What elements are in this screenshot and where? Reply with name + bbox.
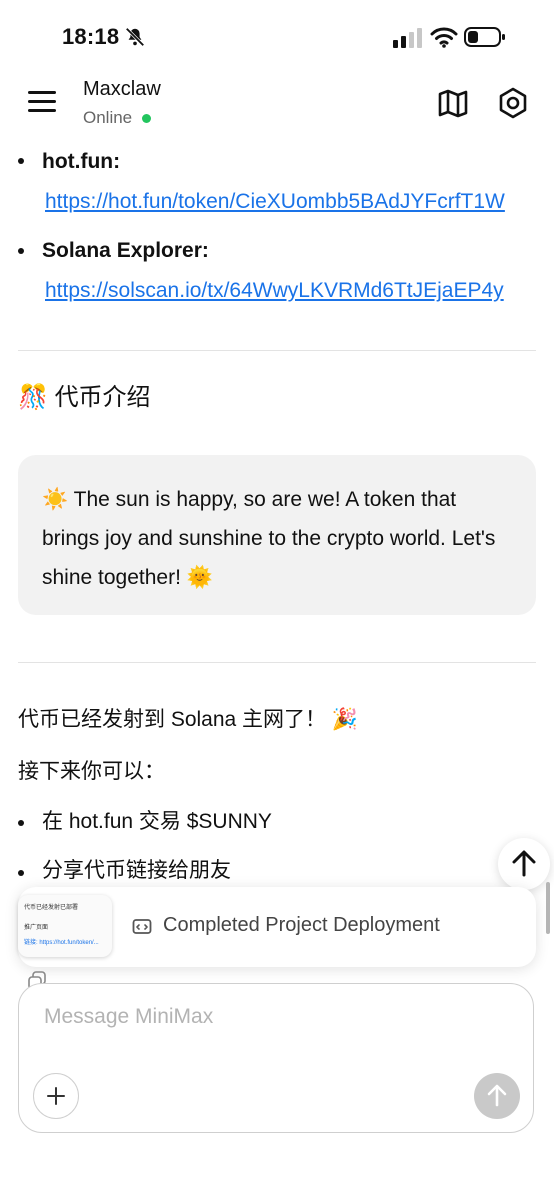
- scroll-to-top-button[interactable]: [498, 838, 550, 890]
- thumb-line: 链接: https://hot.fun/token/...: [24, 940, 99, 946]
- deployment-card-label: Completed Project Deployment: [163, 914, 440, 936]
- wifi-icon: [430, 27, 458, 48]
- section-title: 🎊 代币介绍: [18, 377, 151, 412]
- bullet-marker: [18, 870, 24, 876]
- agent-name: Maxclaw: [83, 78, 161, 100]
- party-popper-emoji: 🎉: [331, 708, 359, 731]
- sun-face-emoji: 🌞: [186, 566, 213, 589]
- arrow-up-icon: [487, 1084, 507, 1107]
- battery-icon: [464, 27, 505, 47]
- agent-status: Online: [83, 108, 133, 127]
- next-step-item: 在 hot.fun 交易 $SUNNY: [42, 810, 272, 833]
- menu-icon: [28, 91, 56, 94]
- token-description: ☀️ The sun is happy, so are we! A token …: [42, 480, 512, 597]
- section-divider: [18, 350, 536, 351]
- bullet-marker: [18, 248, 24, 254]
- link-label-hotfun: hot.fun:: [42, 150, 121, 173]
- scrollbar-thumb[interactable]: [546, 882, 550, 934]
- launch-announcement: 代币已经发射到 Solana 主网了！ 🎉: [18, 706, 358, 734]
- status-time: 18:18: [62, 24, 120, 49]
- menu-button[interactable]: [24, 86, 60, 118]
- cellular-signal-icon: [393, 28, 422, 48]
- online-indicator: [142, 114, 151, 123]
- code-window-icon: [132, 919, 152, 934]
- settings-gear-icon[interactable]: [496, 86, 530, 120]
- next-steps-intro: 接下来你可以：: [18, 760, 165, 783]
- sun-emoji: ☀️: [42, 488, 69, 511]
- bullet-marker: [18, 158, 24, 164]
- launch-announcement-text: 代币已经发射到 Solana 主网了！: [18, 708, 327, 731]
- deployment-thumbnail: 代币已经发射已部署 推广页面 链接: https://hot.fun/token…: [18, 895, 112, 957]
- book-icon[interactable]: [436, 86, 470, 120]
- thumb-line: 代币已经发射已部署: [24, 905, 79, 911]
- thumb-line: 推广页面: [24, 925, 49, 931]
- section-title-text: 代币介绍: [54, 384, 151, 411]
- next-step-item: 分享代币链接给朋友: [42, 859, 231, 882]
- plus-icon: [47, 1087, 65, 1105]
- arrow-up-icon: [512, 850, 536, 877]
- section-divider: [18, 662, 536, 663]
- silent-bell-icon: [125, 27, 145, 47]
- bullet-marker: [18, 820, 24, 826]
- message-input[interactable]: [44, 1000, 484, 1034]
- hotfun-token-link[interactable]: https://hot.fun/token/CieXUombb5BAdJYFcr…: [45, 190, 537, 214]
- confetti-emoji: 🎊: [18, 384, 48, 411]
- link-label-solana-explorer: Solana Explorer:: [42, 239, 209, 262]
- attach-button[interactable]: [33, 1073, 79, 1119]
- solscan-tx-link[interactable]: https://solscan.io/tx/64WwyLKVRMd6TtJEja…: [45, 279, 537, 303]
- send-button[interactable]: [474, 1073, 520, 1119]
- token-description-text: The sun is happy, so are we! A token tha…: [42, 488, 496, 589]
